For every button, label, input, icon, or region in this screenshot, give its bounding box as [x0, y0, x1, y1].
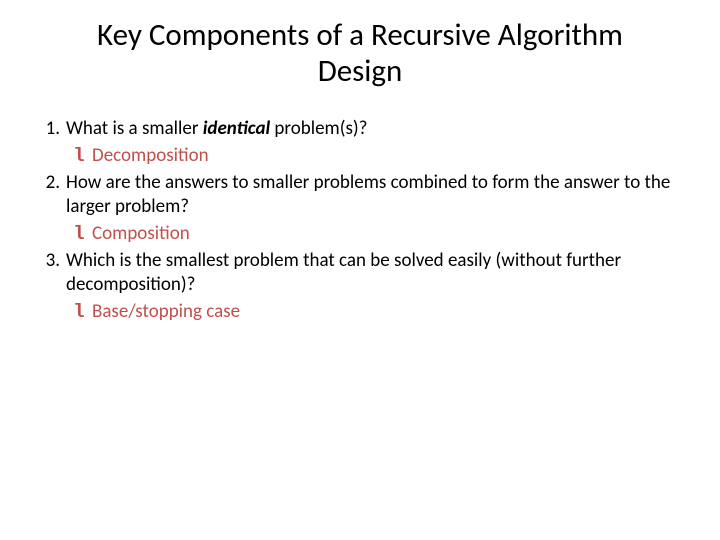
numbered-list: 1. What is a smaller identical problem(s…	[40, 117, 680, 325]
text-fragment: problem(s)?	[270, 117, 367, 140]
item-number: 1.	[40, 117, 66, 142]
sub-item-text: Decomposition	[92, 144, 680, 169]
bullet-icon: l	[66, 222, 92, 247]
title-line-1: Key Components of a Recursive Algorithm	[97, 16, 623, 54]
list-item: 1. What is a smaller identical problem(s…	[40, 117, 680, 142]
item-number: 2.	[40, 171, 66, 220]
bullet-icon: l	[66, 300, 92, 325]
slide-title: Key Components of a Recursive Algorithm …	[40, 18, 680, 89]
sub-item-text: Base/stopping case	[92, 300, 680, 325]
item-text: What is a smaller identical problem(s)?	[66, 117, 680, 142]
sub-item-text: Composition	[92, 222, 680, 247]
item-text: Which is the smallest problem that can b…	[66, 249, 680, 298]
sub-item: l Decomposition	[40, 144, 680, 169]
bullet-icon: l	[66, 144, 92, 169]
slide: Key Components of a Recursive Algorithm …	[0, 0, 720, 540]
title-line-2: Design	[318, 52, 403, 90]
list-item: 3. Which is the smallest problem that ca…	[40, 249, 680, 298]
sub-item: l Composition	[40, 222, 680, 247]
text-emphasis: identical	[203, 117, 270, 140]
list-item: 2. How are the answers to smaller proble…	[40, 171, 680, 220]
item-number: 3.	[40, 249, 66, 298]
sub-item: l Base/stopping case	[40, 300, 680, 325]
text-fragment: What is a smaller	[66, 117, 203, 140]
item-text: How are the answers to smaller problems …	[66, 171, 680, 220]
